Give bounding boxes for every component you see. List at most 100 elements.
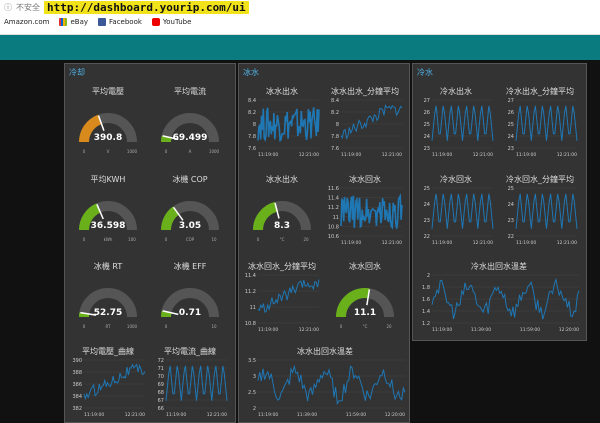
y-tick-label: 26	[424, 110, 430, 116]
url-text[interactable]: http://dashboard.yourip.com/ui	[44, 1, 249, 14]
x-tick-label: 11:19:00	[341, 240, 361, 246]
y-tick-label: 8.2	[331, 110, 339, 116]
bookmark-youtube[interactable]: YouTube	[151, 18, 191, 26]
chart-cooling-return-avg: 冷水回水_分鐘平均 25 24 23 22 11:19:00 12:21:00	[500, 172, 580, 248]
gauge-min: 0	[257, 237, 260, 242]
bookmark-ebay[interactable]: eBay	[59, 18, 88, 26]
y-tick-label: 27	[424, 98, 430, 104]
gauge-unit: °C	[280, 237, 285, 242]
gauge-dial: 69.499 0 A 1000	[161, 113, 220, 154]
bookmark-facebook[interactable]: Facebook	[98, 18, 142, 26]
group-title: 冷却	[69, 68, 85, 77]
bookmark-amazon[interactable]: Amazon.com	[4, 18, 49, 26]
facebook-icon	[98, 18, 107, 26]
y-tick-label: 382	[72, 406, 82, 412]
x-tick-label: 11:19:00	[84, 412, 104, 418]
gauge-max: 20	[386, 324, 392, 329]
x-tick-label: 11:59:00	[346, 412, 366, 418]
series-line	[257, 364, 406, 406]
series-line	[515, 105, 578, 141]
y-tick-label: 2	[427, 273, 430, 279]
chart-chilled-return-avg: 冰水回水_分鐘平均 11.4 11.2 11 10.8 11:19:00 12:21:00	[242, 259, 322, 335]
chart-avg-current-curve: 平均電流_曲線 72 71 70 69 68 67 66 11:19:00 12:21:00	[150, 344, 230, 420]
gauge-unit: RT	[106, 324, 111, 329]
x-tick-label: 11:19:00	[516, 240, 536, 246]
x-tick-label: 11:19:00	[432, 327, 452, 333]
chart-cooling-supply: 冷水出水 27 26 25 24 23 11:19:00 12:21:00	[416, 84, 496, 160]
lock-icon: ⓘ	[4, 3, 12, 12]
x-tick-label: 12:21:00	[299, 152, 319, 158]
x-tick-label: 12:21:00	[207, 412, 227, 418]
gauge-max: 1000	[209, 149, 220, 154]
chart-plot: 390 388 386 384 38211:19:00 12:21:00	[72, 358, 146, 418]
y-tick-label: 8	[336, 122, 339, 128]
x-tick-label: 11:19:00	[432, 240, 452, 246]
y-tick-label: 7.6	[331, 146, 339, 152]
x-tick-label: 11:19:00	[166, 412, 186, 418]
y-tick-label: 8.4	[331, 98, 339, 104]
x-tick-label: 11:19:00	[341, 152, 361, 158]
gauge-title: 平均電壓	[92, 87, 124, 96]
gauge-chilled-return: 冰水回水 11.1 0 °C 20	[325, 259, 405, 329]
y-tick-label: 22	[508, 234, 514, 240]
y-tick-label: 2.5	[248, 390, 256, 396]
gauge-dial: 0.71 0 10	[161, 288, 219, 329]
chart-plot: 8.4 8.2 8 7.8 7.611:19:00 12:21:00	[331, 98, 403, 158]
x-tick-label: 12:21:00	[382, 152, 402, 158]
address-bar[interactable]: ⓘ 不安全 http://dashboard.yourip.com/ui	[4, 1, 249, 14]
gauge-value: 390.8	[94, 133, 122, 143]
gauge-title: 冰機 EFF	[173, 262, 207, 271]
x-tick-label: 12:21:00	[557, 152, 577, 158]
gauge-min: 0	[83, 237, 86, 242]
gauge-min: 0	[83, 324, 86, 329]
gauge-title: 平均電流	[174, 87, 206, 96]
y-tick-label: 11.4	[328, 196, 339, 202]
gauge-min: 0	[165, 237, 168, 242]
series-line	[83, 363, 146, 401]
gauge-fill	[161, 206, 180, 231]
x-tick-label: 12:21:00	[299, 327, 319, 333]
y-tick-label: 23	[424, 146, 430, 152]
x-tick-label: 12:21:00	[382, 240, 402, 246]
series-line	[165, 365, 228, 401]
y-tick-label: 7.8	[331, 134, 339, 140]
youtube-icon	[151, 18, 160, 26]
x-tick-label: 11:19:00	[432, 152, 452, 158]
y-tick-label: 11.2	[245, 289, 256, 295]
gauge-value: 52.75	[94, 308, 122, 318]
x-tick-label: 12:21:00	[125, 412, 145, 418]
gauge-unit: °C	[363, 324, 368, 329]
y-tick-label: 67	[158, 398, 164, 404]
chart-chilled-supply-avg: 冰水出水_分鐘平均 8.4 8.2 8 7.8 7.6 11:19:00 12:21:00	[325, 84, 405, 160]
series-line	[431, 193, 494, 229]
y-tick-label: 8.4	[248, 98, 256, 104]
gauge-chiller-eff: 冰機 EFF 0.71 0 10	[150, 259, 230, 329]
gauge-title: 冰水出水	[266, 175, 298, 184]
gauge-dial: 390.8 0 V 1000	[79, 113, 138, 154]
security-label: 不安全	[16, 3, 40, 12]
x-tick-label: 11:19:00	[258, 152, 278, 158]
gauge-chiller-cop: 冰機 COP 3.05 0 COP 10	[150, 172, 230, 242]
y-tick-label: 70	[158, 374, 164, 380]
y-tick-label: 24	[424, 134, 430, 140]
x-tick-label: 11:19:00	[258, 327, 278, 333]
gauge-avg-voltage: 平均電壓 390.8 0 V 1000	[68, 84, 148, 154]
gauge-dial: 3.05 0 COP 10	[161, 201, 219, 242]
gauge-unit: V	[107, 149, 110, 154]
y-tick-label: 1.8	[422, 285, 430, 291]
group-title: 冷水	[417, 68, 433, 77]
series-line	[340, 104, 403, 140]
y-tick-label: 1.2	[422, 321, 430, 327]
gauge-min: 0	[165, 149, 168, 154]
gauge-value: 3.05	[179, 221, 201, 231]
series-line	[257, 107, 320, 143]
chart-chilled-supply: 冰水出水 8.4 8.2 8 7.8 7.6 11:19:00 12:21:00	[242, 84, 322, 160]
y-tick-label: 11	[250, 305, 256, 311]
x-tick-label: 12:20:00	[385, 412, 405, 418]
gauge-title: 平均KWH	[90, 175, 126, 184]
chart-cooling-delta: 冷水出回水溫差 2 1.8 1.6 1.4 1.2 11:19:00 11:39:00 11:5…	[416, 259, 582, 335]
gauge-value: 8.3	[274, 221, 290, 231]
chart-avg-voltage-curve: 平均電壓_曲線 390 388 386 384 382 11:19:00 12:21:00	[68, 344, 148, 420]
gauge-dial: 36.598 0 kWh 100	[79, 201, 137, 242]
series-line	[340, 193, 403, 230]
